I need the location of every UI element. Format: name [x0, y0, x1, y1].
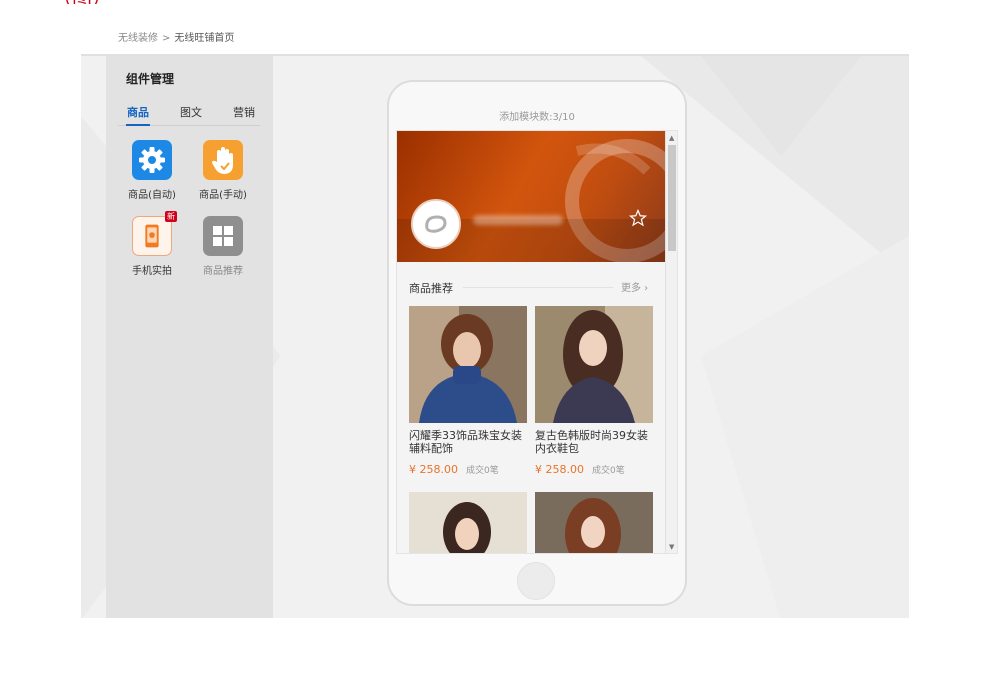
product-card[interactable]: 复古色韩版时尚39女装内衣鞋包 ¥ 258.00 成交0笔	[535, 306, 653, 476]
gear-icon	[132, 140, 172, 180]
hand-icon	[203, 140, 243, 180]
product-image	[409, 306, 527, 423]
section-title: 商品推荐	[409, 282, 453, 295]
component-label: 手机实拍	[132, 266, 172, 277]
component-phone-photo[interactable]: 新 手机实拍	[117, 211, 187, 277]
shop-banner[interactable]	[397, 131, 665, 262]
new-badge: 新	[165, 211, 177, 222]
grid-icon	[203, 216, 243, 256]
component-tabs: 商品 图文 营销	[118, 104, 260, 126]
shop-logo	[411, 199, 461, 249]
product-name: 闪耀季33饰品珠宝女装辅料配饰	[409, 429, 522, 455]
star-icon[interactable]	[629, 209, 647, 227]
scroll-up-icon[interactable]: ▲	[669, 134, 674, 142]
scroll-down-icon[interactable]: ▼	[669, 543, 674, 551]
component-label: 商品推荐	[203, 266, 243, 277]
component-label: 商品(手动)	[199, 190, 247, 201]
tab-marketing[interactable]: 营销	[233, 104, 255, 120]
home-button[interactable]	[517, 562, 555, 600]
product-price-row: ¥ 258.00 成交0笔	[535, 463, 653, 476]
component-panel: 组件管理 商品 图文 营销 商品(自动) 商品(手动) 新 手机实拍 商品推荐	[106, 56, 273, 618]
component-goods-auto[interactable]: 商品(自动)	[117, 140, 187, 201]
product-price: ¥ 258.00	[409, 463, 458, 476]
editor-stage: 组件管理 商品 图文 营销 商品(自动) 商品(手动) 新 手机实拍 商品推荐 …	[81, 54, 909, 618]
cropped-heading: （图）	[52, 0, 112, 4]
product-card[interactable]: 闪耀季33饰品珠宝女装辅料配饰 ¥ 258.00 成交0笔	[409, 306, 527, 476]
product-card[interactable]	[535, 492, 653, 553]
product-image	[409, 492, 527, 553]
shop-name-blurred	[473, 215, 563, 225]
section-divider	[463, 287, 613, 288]
product-card[interactable]	[409, 492, 527, 553]
product-sold: 成交0笔	[465, 466, 499, 476]
breadcrumb-parent[interactable]: 无线装修	[118, 33, 158, 44]
scrollbar[interactable]: ▲ ▼	[665, 131, 677, 553]
phone-preview: 添加模块数:3/10 商品推荐 更多 › 闪耀季33饰品珠宝女装辅料配饰 ¥ 2…	[387, 80, 687, 606]
active-tab-indicator	[126, 124, 150, 126]
product-price: ¥ 258.00	[535, 463, 584, 476]
tab-goods[interactable]: 商品	[127, 104, 149, 120]
module-count: 添加模块数:3/10	[499, 112, 575, 123]
product-name: 复古色韩版时尚39女装内衣鞋包	[535, 429, 648, 455]
component-goods-recommend[interactable]: 商品推荐	[188, 216, 258, 277]
product-sold: 成交0笔	[591, 466, 625, 476]
component-goods-manual[interactable]: 商品(手动)	[188, 140, 258, 201]
phone-camera-icon: 新	[132, 211, 177, 256]
section-header: 商品推荐 更多 ›	[397, 262, 665, 302]
product-image	[535, 492, 653, 553]
scroll-thumb[interactable]	[668, 145, 676, 251]
product-price-row: ¥ 258.00 成交0笔	[409, 463, 527, 476]
more-link[interactable]: 更多 ›	[621, 279, 648, 294]
breadcrumb-separator: >	[162, 33, 171, 44]
phone-screen[interactable]: 商品推荐 更多 › 闪耀季33饰品珠宝女装辅料配饰 ¥ 258.00 成交0笔 …	[396, 130, 678, 554]
tab-graphic[interactable]: 图文	[180, 104, 202, 120]
component-label: 商品(自动)	[128, 190, 176, 201]
breadcrumb-current: 无线旺铺首页	[174, 33, 235, 44]
panel-title: 组件管理	[126, 72, 175, 86]
breadcrumb: 无线装修 > 无线旺铺首页	[118, 29, 234, 44]
product-image	[535, 306, 653, 423]
